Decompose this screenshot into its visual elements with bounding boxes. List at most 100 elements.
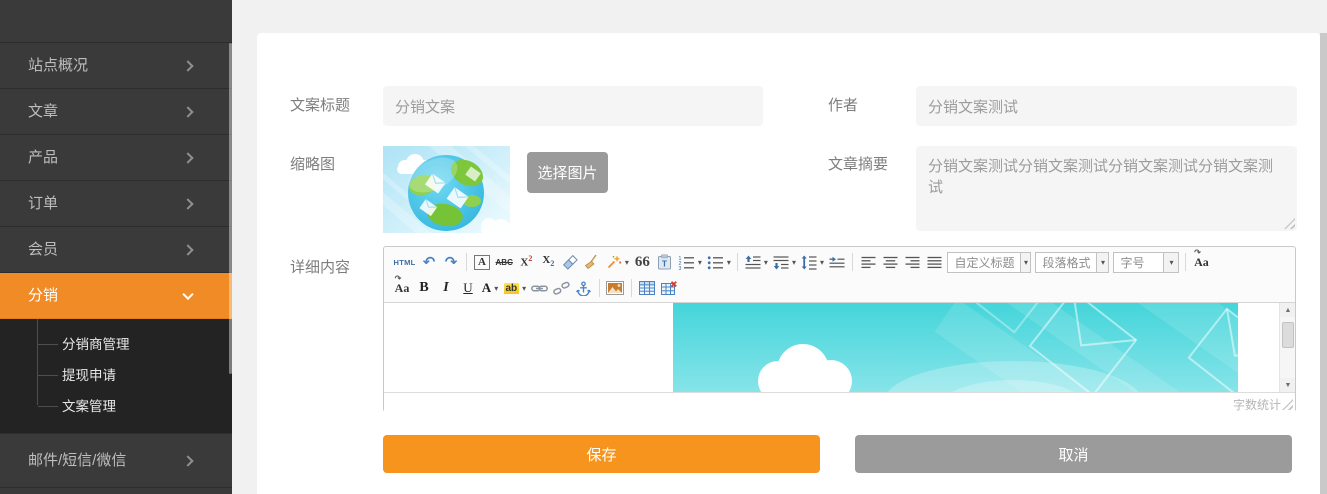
undo-icon: ↶ [423,255,436,270]
author-field-label: 作者 [828,86,858,126]
superscript-button[interactable]: X2 [516,251,537,273]
chevron-down-icon[interactable]: ▾ [1096,253,1108,272]
thumbnail-image[interactable] [383,146,510,233]
toolbar-separator [737,253,738,271]
editor-toolbar: HTML↶↷AABCX2X2▾66T123▾▾▾▾▾自定义标题▾段落格式▾字号▾… [384,247,1295,303]
align-right-button[interactable] [902,251,923,273]
sidebar-item-site-overview[interactable]: 站点概况 [0,43,232,89]
unordered-list-button[interactable]: ▾ [705,251,733,273]
align-left-button[interactable] [858,251,879,273]
html-source-button[interactable]: HTML [392,251,418,273]
eraser-icon [562,254,578,270]
insert-table-icon [639,281,655,295]
sidebar-subitem-copywriting-management[interactable]: 文案管理 [0,391,232,422]
choose-image-button[interactable]: 选择图片 [527,152,608,193]
sidebar-item-label: 文章 [28,103,58,120]
align-center-button[interactable] [880,251,901,273]
chevron-right-icon [182,106,193,117]
editor-scrollbar: ▲ ▼ [1279,303,1295,392]
undo-button[interactable]: ↶ [419,251,440,273]
sidebar-item-email-sms-wechat[interactable]: 邮件/短信/微信 [0,434,232,488]
svg-text:3: 3 [678,266,681,270]
align-right-icon [905,256,920,269]
content-field-label: 详细内容 [290,258,350,278]
paste-plain-button[interactable]: T [654,251,675,273]
eraser-button[interactable] [560,251,581,273]
sidebar-item-orders[interactable]: 订单 [0,181,232,227]
highlight-button[interactable]: ab▾ [502,277,529,299]
scroll-up-button[interactable]: ▲ [1280,303,1295,317]
subscript-button[interactable]: X2 [538,251,559,273]
rich-text-editor: HTML↶↷AABCX2X2▾66T123▾▾▾▾▾自定义标题▾段落格式▾字号▾… [383,246,1296,412]
editor-statusbar: 字数统计 [384,392,1295,412]
chevron-down-icon[interactable]: ▾ [1020,253,1030,272]
paragraph-space-before-icon [745,255,761,270]
anchor-icon [576,281,591,296]
anchor-button[interactable] [573,277,594,299]
paragraph-space-after-button[interactable]: ▾ [771,251,798,273]
paragraph-format-select[interactable]: 段落格式▾ [1035,252,1109,273]
case-convert-button[interactable]: ↷Aa [1191,251,1212,273]
insert-image-button[interactable] [604,277,626,299]
italic-button[interactable]: I [436,277,457,299]
svg-text:T: T [662,259,668,269]
insert-link-icon [531,281,548,296]
underline-button[interactable]: U [458,277,479,299]
author-input[interactable] [916,86,1297,126]
editor-scrollbar-thumb[interactable] [1282,322,1294,348]
bold-button[interactable]: B [414,277,435,299]
unlink-button[interactable] [551,277,572,299]
font-size-select[interactable]: 字号▾ [1113,252,1179,273]
sidebar-subitem-distributor-management[interactable]: 分销商管理 [0,329,232,360]
chevron-right-icon [182,455,193,466]
redo-button[interactable]: ↷ [441,251,462,273]
html-source-icon: HTML [394,258,416,267]
summary-textarea[interactable]: 分销文案测试分销文案测试分销文案测试分销文案测试 [916,146,1297,231]
delete-table-button[interactable] [658,277,679,299]
font-color-button[interactable]: A▾ [480,277,501,299]
sidebar-item-articles[interactable]: 文章 [0,89,232,135]
first-line-indent-button[interactable] [827,251,848,273]
format-brush-icon [584,254,600,270]
paragraph-space-before-button[interactable]: ▾ [743,251,770,273]
chevron-down-icon: ▾ [494,284,498,293]
title-input[interactable] [383,86,763,126]
cancel-button[interactable]: 取消 [855,435,1292,473]
chevron-down-icon [182,288,193,299]
editor-banner-image[interactable] [673,303,1238,392]
align-center-icon [883,256,898,269]
editor-resize-grip[interactable] [1282,399,1293,410]
sidebar-scrollbar-thumb[interactable] [229,43,232,374]
subscript-icon: X2 [542,255,554,268]
chevron-right-icon [182,152,193,163]
strikethrough-button[interactable]: ABC [494,251,515,273]
editor-content-area[interactable]: ▲ ▼ [384,303,1295,392]
insert-link-button[interactable] [529,277,550,299]
sidebar-item-members[interactable]: 会员 [0,227,232,273]
align-justify-button[interactable] [924,251,945,273]
format-brush-button[interactable] [582,251,603,273]
word-count-label: 字数统计 [1233,396,1281,413]
sidebar-item-products[interactable]: 产品 [0,135,232,181]
scroll-down-button[interactable]: ▼ [1280,378,1295,392]
insert-table-button[interactable] [636,277,657,299]
page-scrollbar-thumb[interactable] [1320,33,1327,494]
case-convert-icon: ↷Aa [395,282,410,294]
toolbar-separator [466,253,467,271]
char-border-button[interactable]: A [472,251,493,273]
chevron-right-icon [182,198,193,209]
blockquote-button[interactable]: 66 [632,251,653,273]
save-button[interactable]: 保存 [383,435,820,473]
sidebar-subitem-withdrawal-request[interactable]: 提现申请 [0,360,232,391]
chevron-down-icon[interactable]: ▾ [1163,253,1178,272]
sidebar-submenu: 分销商管理提现申请文案管理 [0,319,232,434]
line-height-button[interactable]: ▾ [799,251,826,273]
custom-title-select[interactable]: 自定义标题▾ [947,252,1031,273]
auto-typeset-button[interactable]: ▾ [604,251,631,273]
line-height-icon [801,255,817,270]
case-convert-button[interactable]: ↷Aa [392,277,413,299]
underline-icon: U [463,280,472,296]
ordered-list-button[interactable]: 123▾ [676,251,704,273]
sidebar-item-distribution[interactable]: 分销 [0,273,232,319]
chevron-down-icon: ▾ [792,258,796,267]
